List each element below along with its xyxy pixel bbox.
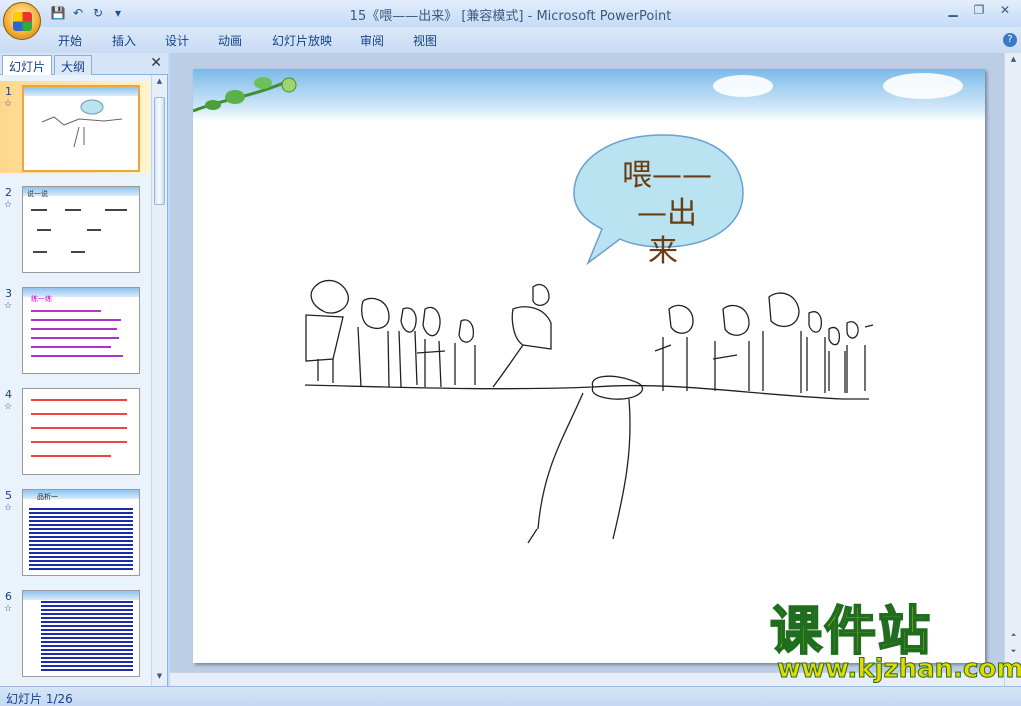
slide-number: 5: [5, 489, 12, 502]
tab-slides[interactable]: 幻灯片: [2, 55, 53, 75]
tab-review[interactable]: 审阅: [360, 32, 384, 49]
slide-preview: [22, 388, 140, 475]
slide-number: 2: [5, 186, 12, 199]
transition-icon: ☆: [4, 99, 13, 109]
thumb-drawing: [41, 99, 123, 148]
tab-outline[interactable]: 大纲: [54, 55, 93, 75]
thumb-title: 说一说: [27, 190, 48, 198]
watermark-title: 课件站: [769, 602, 933, 662]
tab-slideshow[interactable]: 幻灯片放映: [272, 32, 332, 49]
thumbnails-scrollbar[interactable]: ▲ ▼: [151, 75, 166, 686]
scroll-thumb[interactable]: [154, 97, 165, 205]
transition-icon: ☆: [4, 402, 13, 412]
slide-thumb-2[interactable]: 2 ☆ 说一说: [0, 182, 150, 274]
office-logo-icon: [13, 12, 32, 31]
scroll-up-icon[interactable]: ▲: [154, 77, 165, 89]
thumb-banner: [23, 591, 139, 600]
slide-preview: 品析一: [22, 489, 140, 576]
thumb-title: 品析一: [37, 493, 58, 501]
slide-counter: 幻灯片 1/26: [6, 692, 73, 706]
slide-thumb-6[interactable]: 6 ☆: [0, 586, 150, 678]
slide-number: 6: [5, 590, 12, 603]
close-button[interactable]: ✕: [997, 3, 1013, 19]
transition-icon: ☆: [4, 200, 13, 210]
slide-number: 4: [5, 388, 12, 401]
slide-thumb-1[interactable]: 1 ☆: [0, 81, 150, 173]
tab-view[interactable]: 视图: [413, 32, 437, 49]
ribbon-tabs: 开始 插入 设计 动画 幻灯片放映 审阅 视图 ?: [0, 27, 1021, 53]
watermark-url: www.kjzhan.com: [776, 654, 1021, 685]
sketch-drawing: [304, 279, 874, 544]
office-button[interactable]: [3, 2, 41, 40]
editor-vertical-scrollbar[interactable]: ▲ ⏶ ⏷: [1004, 53, 1021, 686]
slides-panel: 幻灯片 大纲 ✕ 1 ☆ 2 ☆ 说一说 3 ☆ 练一练 4 ☆ 5 ☆ 品析一…: [0, 53, 168, 686]
slide-preview: [22, 85, 140, 172]
current-slide[interactable]: 喂—— —出 来: [193, 69, 985, 663]
slide-number: 3: [5, 287, 12, 300]
status-bar: 幻灯片 1/26: [0, 686, 1021, 706]
slide-preview: [22, 590, 140, 677]
help-icon[interactable]: ?: [1003, 33, 1017, 47]
tab-insert[interactable]: 插入: [112, 32, 136, 49]
prev-slide-icon[interactable]: ⏶: [1008, 631, 1019, 643]
slide-thumb-5[interactable]: 5 ☆ 品析一: [0, 485, 150, 577]
transition-icon: ☆: [4, 604, 13, 614]
slide-preview: 说一说: [22, 186, 140, 273]
slide-thumb-3[interactable]: 3 ☆ 练一练: [0, 283, 150, 375]
tab-animation[interactable]: 动画: [218, 32, 242, 49]
restore-button[interactable]: ❐: [971, 3, 987, 19]
slide-preview: 练一练: [22, 287, 140, 374]
scroll-down-icon[interactable]: ▼: [154, 672, 165, 684]
transition-icon: ☆: [4, 503, 13, 513]
title-bar: 💾 ↶ ↻ ▾ 15《喂——出来》 [兼容模式] - Microsoft Pow…: [0, 0, 1021, 27]
panel-close-icon[interactable]: ✕: [150, 55, 162, 71]
window-title: 15《喂——出来》 [兼容模式] - Microsoft PowerPoint: [349, 9, 672, 24]
slide-thumb-4[interactable]: 4 ☆: [0, 384, 150, 476]
window-controls: ▁ ❐ ✕: [945, 3, 1013, 19]
transition-icon: ☆: [4, 301, 13, 311]
minimize-button[interactable]: ▁: [945, 3, 961, 19]
scroll-up-icon[interactable]: ▲: [1008, 55, 1019, 67]
slide-thumbnails: 1 ☆ 2 ☆ 说一说 3 ☆ 练一练 4 ☆ 5 ☆ 品析一 6 ☆: [0, 75, 150, 686]
panel-tabs: 幻灯片 大纲 ✕: [0, 53, 168, 75]
tab-home[interactable]: 开始: [58, 32, 82, 49]
slide-number: 1: [5, 85, 12, 98]
thumb-title: 练一练: [31, 295, 52, 303]
tab-design[interactable]: 设计: [165, 32, 189, 49]
slide-editor: 喂—— —出 来 ▲ ⏶ ⏷: [170, 53, 1021, 686]
